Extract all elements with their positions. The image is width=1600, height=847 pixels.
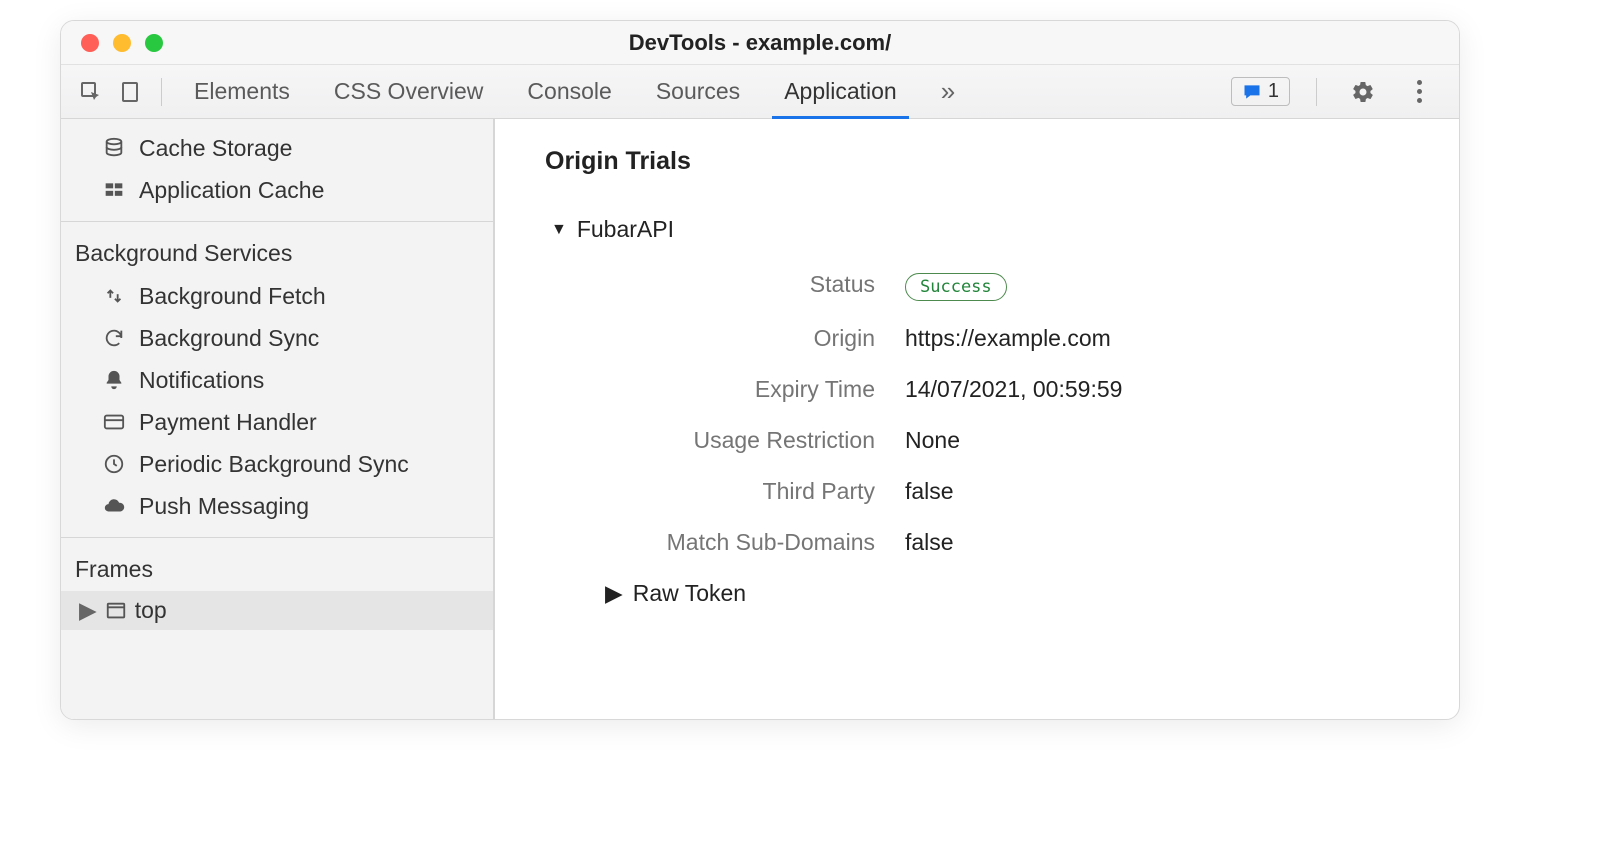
expiry-value: 14/07/2021, 00:59:59 [905,376,1409,403]
status-value: Success [905,271,1409,301]
sidebar-item-frame-top[interactable]: ▶ top [61,591,493,630]
sidebar-item-cache-storage[interactable]: Cache Storage [61,127,493,169]
application-sidebar: Cache Storage Application Cache Backgrou… [61,119,495,719]
grid-icon [101,177,127,203]
window-title: DevTools - example.com/ [61,30,1459,56]
inspect-element-icon[interactable] [71,74,111,110]
sidebar-item-push-messaging[interactable]: Push Messaging [61,485,493,527]
content-pane: Origin Trials ▼ FubarAPI Status Success … [495,119,1459,719]
sidebar-item-background-sync[interactable]: Background Sync [61,317,493,359]
sidebar-item-periodic-background-sync[interactable]: Periodic Background Sync [61,443,493,485]
kebab-menu-icon[interactable] [1399,74,1439,110]
sidebar-section-frames: Frames [61,537,493,591]
issues-badge[interactable]: 1 [1231,77,1290,106]
sidebar-item-payment-handler[interactable]: Payment Handler [61,401,493,443]
database-icon [101,135,127,161]
status-success-pill: Success [905,273,1007,301]
main-toolbar: Elements CSS Overview Console Sources Ap… [61,65,1459,119]
expand-triangle-down-icon: ▼ [551,221,567,239]
match-sub-domains-label: Match Sub-Domains [555,529,875,556]
cloud-icon [101,493,127,519]
device-toolbar-icon[interactable] [111,74,151,110]
usage-restriction-label: Usage Restriction [555,427,875,454]
more-tabs-icon[interactable]: » [919,65,977,118]
fetch-arrows-icon [101,283,127,309]
match-sub-domains-value: false [905,529,1409,556]
third-party-value: false [905,478,1409,505]
expiry-label: Expiry Time [555,376,875,403]
sidebar-item-label: Periodic Background Sync [139,451,409,478]
issues-count: 1 [1268,80,1279,103]
expand-triangle-icon: ▶ [79,597,97,624]
toolbar-separator [161,78,162,106]
tab-application[interactable]: Application [762,65,919,118]
trial-details: Status Success Origin https://example.co… [555,271,1409,556]
status-label: Status [555,271,875,301]
tab-css-overview[interactable]: CSS Overview [312,65,506,118]
sidebar-item-label: Background Sync [139,325,319,352]
toolbar-right: 1 [1231,74,1449,110]
trial-item[interactable]: ▼ FubarAPI [545,216,1409,243]
tab-elements[interactable]: Elements [172,65,312,118]
sidebar-item-notifications[interactable]: Notifications [61,359,493,401]
titlebar: DevTools - example.com/ [61,21,1459,65]
devtools-window: DevTools - example.com/ Elements CSS Ove… [60,20,1460,720]
sidebar-item-label: Cache Storage [139,135,292,162]
third-party-label: Third Party [555,478,875,505]
trial-name: FubarAPI [577,216,674,243]
expand-triangle-icon: ▶ [605,580,623,607]
sync-icon [101,325,127,351]
sidebar-item-background-fetch[interactable]: Background Fetch [61,275,493,317]
sidebar-item-label: Push Messaging [139,493,309,520]
message-icon [1242,82,1262,102]
toolbar-separator-right [1316,78,1317,106]
frame-icon [105,600,127,622]
tab-sources[interactable]: Sources [634,65,762,118]
raw-token-label: Raw Token [633,580,746,607]
sidebar-item-label: Application Cache [139,177,324,204]
tab-console[interactable]: Console [505,65,633,118]
sidebar-item-application-cache[interactable]: Application Cache [61,169,493,211]
bell-icon [101,367,127,393]
sidebar-item-label: Payment Handler [139,409,317,436]
usage-restriction-value: None [905,427,1409,454]
credit-card-icon [101,409,127,435]
origin-label: Origin [555,325,875,352]
panel-tabs: Elements CSS Overview Console Sources Ap… [172,65,1231,118]
sidebar-item-label: Notifications [139,367,264,394]
panel-body: Cache Storage Application Cache Backgrou… [61,119,1459,719]
raw-token-item[interactable]: ▶ Raw Token [545,580,1409,607]
settings-icon[interactable] [1343,74,1383,110]
sidebar-section-background-services: Background Services [61,221,493,275]
sidebar-item-label: Background Fetch [139,283,326,310]
origin-trials-heading: Origin Trials [545,147,1409,176]
clock-icon [101,451,127,477]
origin-value: https://example.com [905,325,1409,352]
frame-label: top [135,597,167,624]
